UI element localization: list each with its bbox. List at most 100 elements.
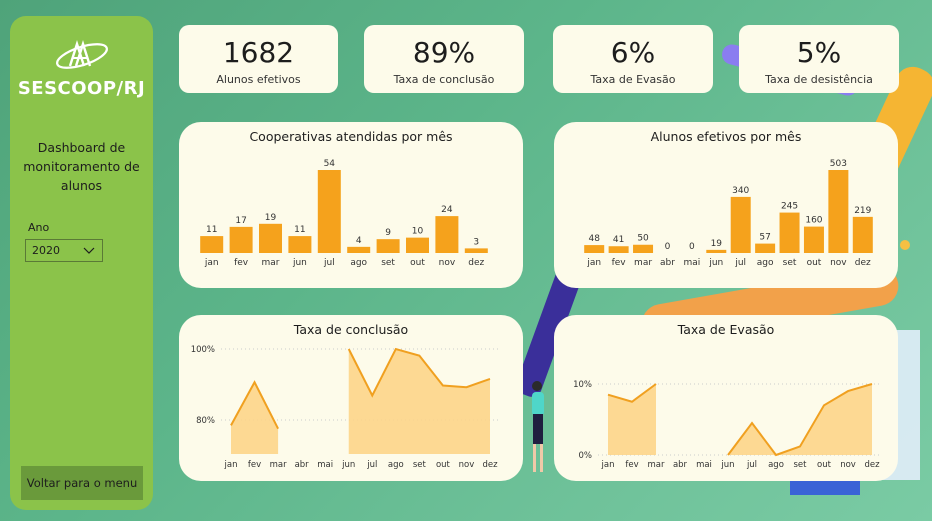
x-tick-label: dez <box>864 460 880 470</box>
data-label: 3 <box>473 237 479 247</box>
data-label: 19 <box>711 239 723 249</box>
x-tick-label: nov <box>459 460 475 470</box>
x-tick-label: jul <box>746 460 757 470</box>
x-tick-label: out <box>807 258 822 268</box>
x-tick-label: jan <box>224 460 238 470</box>
bar <box>435 216 459 253</box>
kpi-value: 5% <box>796 36 842 69</box>
data-label: 54 <box>324 159 336 169</box>
x-tick-label: nov <box>840 460 856 470</box>
bar <box>347 246 371 253</box>
sidebar: SESCOOP/RJ Dashboard de monitoramento de… <box>10 16 153 510</box>
x-tick-label: abr <box>660 258 675 268</box>
sescoop-logo-icon <box>55 40 108 69</box>
x-tick-label: set <box>783 258 797 268</box>
data-label: 24 <box>441 205 453 215</box>
x-tick-label: fev <box>248 460 261 470</box>
x-tick-label: jun <box>708 258 723 268</box>
x-tick-label: mai <box>683 258 700 268</box>
chart-card-taxa-conclusao: Taxa de conclusão 80% 100% jan fev mar abr mai… <box>179 315 523 481</box>
logo-text: SESCOOP/RJ <box>17 78 146 99</box>
data-label: 4 <box>356 236 362 246</box>
bar <box>706 249 727 253</box>
bar <box>608 246 629 253</box>
x-tick-label: jul <box>734 258 746 268</box>
chart-card-taxa-evasao: Taxa de Evasão 0% 10% jan fev mar abr mai jun ju… <box>554 315 898 481</box>
x-tick-label: jan <box>586 258 601 268</box>
bar <box>803 226 824 253</box>
x-tick-label: set <box>381 258 395 268</box>
kpi-label: Taxa de Evasão <box>590 73 676 86</box>
kpi-card-taxa-evasao: 6% Taxa de Evasão <box>553 25 713 93</box>
data-label: 340 <box>732 186 749 196</box>
bar <box>464 248 488 253</box>
x-tick-label: abr <box>295 460 310 470</box>
kpi-label: Taxa de desistência <box>765 73 873 86</box>
area-fill <box>231 382 279 454</box>
x-tick-label: abr <box>673 460 688 470</box>
x-tick-label: mar <box>262 258 280 268</box>
chart-cooperativas-por-mes: 11 jan 17 fev 19 mar 11 jun 54 jul 4 ago 9 set 10 out 24… <box>200 159 488 268</box>
x-tick-label: out <box>436 460 451 470</box>
x-tick-label: jun <box>341 460 355 470</box>
x-tick-label: dez <box>468 258 484 268</box>
chart-card-alunos: Alunos efetivos por mês 48 jan 41 fev 50 mar 0… <box>554 122 898 288</box>
x-tick-label: jun <box>292 258 307 268</box>
data-label: 503 <box>830 159 847 169</box>
y-tick-label: 10% <box>573 380 592 390</box>
bar <box>779 212 800 253</box>
x-tick-label: fev <box>625 460 638 470</box>
x-tick-label: ago <box>350 258 367 268</box>
x-tick-label: mar <box>648 460 665 470</box>
data-label: 17 <box>235 216 246 226</box>
data-label: 48 <box>588 234 600 244</box>
data-label: 245 <box>781 202 798 212</box>
bar <box>229 226 253 253</box>
logo: SESCOOP/RJ <box>10 34 153 99</box>
x-tick-label: mar <box>634 258 652 268</box>
data-label: 219 <box>854 206 871 216</box>
x-tick-label: dez <box>482 460 498 470</box>
data-label: 160 <box>805 216 822 226</box>
x-tick-label: set <box>413 460 427 470</box>
data-label: 57 <box>759 233 770 243</box>
data-label: 10 <box>412 227 424 237</box>
y-tick-label: 80% <box>196 416 215 426</box>
bar <box>317 170 341 253</box>
x-tick-label: jan <box>204 258 219 268</box>
data-label: 41 <box>613 235 624 245</box>
kpi-card-taxa-desistencia: 5% Taxa de desistência <box>739 25 899 93</box>
x-tick-label: mai <box>317 460 333 470</box>
kpi-label: Alunos efetivos <box>216 73 301 86</box>
x-tick-label: mar <box>270 460 287 470</box>
chart-taxa-de-conclusao: 80% 100% jan fev mar abr mai jun jul ago set out nov… <box>191 345 500 470</box>
year-dropdown[interactable]: 2020 <box>25 239 103 262</box>
x-tick-label: ago <box>388 460 404 470</box>
x-tick-label: set <box>794 460 808 470</box>
bar <box>852 216 873 253</box>
area-fill <box>348 349 490 454</box>
bar <box>730 196 751 253</box>
back-to-menu-button[interactable]: Voltar para o menu <box>21 466 143 500</box>
area-fill <box>608 384 656 455</box>
x-tick-label: jul <box>366 460 377 470</box>
x-tick-label: mai <box>696 460 712 470</box>
x-tick-label: out <box>817 460 832 470</box>
x-tick-label: ago <box>757 258 774 268</box>
data-label: 19 <box>265 213 277 223</box>
bar <box>376 239 400 253</box>
chart-alunos-efetivos-por-mes: 48 jan 41 fev 50 mar 0 abr 0 mai 19 jun 340 jul 57 ago 2… <box>584 159 873 268</box>
data-label: 0 <box>665 242 671 252</box>
x-tick-label: fev <box>234 258 249 268</box>
year-filter-label: Ano <box>28 221 50 234</box>
dashboard-title: Dashboard de monitoramento de alunos <box>23 140 140 193</box>
x-tick-label: jun <box>720 460 734 470</box>
kpi-card-taxa-conclusao: 89% Taxa de conclusão <box>364 25 524 93</box>
x-tick-label: jan <box>601 460 615 470</box>
data-label: 11 <box>206 225 217 235</box>
x-tick-label: fev <box>612 258 627 268</box>
chart-taxa-de-evasao: 0% 10% jan fev mar abr mai jun jul ago set out nov de… <box>573 380 882 470</box>
kpi-value: 89% <box>412 36 476 69</box>
bar <box>828 170 849 253</box>
chevron-down-icon <box>83 247 95 254</box>
